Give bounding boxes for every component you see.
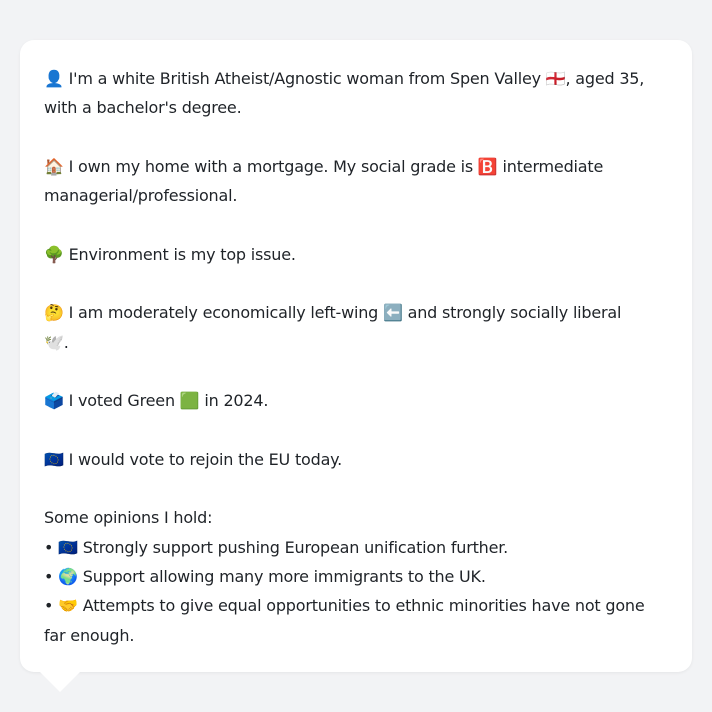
paragraph-opinions: Some opinions I hold: • 🇪🇺 Strongly supp… bbox=[44, 503, 672, 649]
text-line: with a bachelor's degree. bbox=[44, 98, 242, 118]
opinion-item: • 🌍 Support allowing many more immigrant… bbox=[44, 567, 486, 587]
paragraph-housing: 🏠 I own my home with a mortgage. My soci… bbox=[44, 152, 672, 211]
paragraph-vote: 🗳️ I voted Green 🟩 in 2024. bbox=[44, 386, 672, 415]
text-line: 🌳 Environment is my top issue. bbox=[44, 244, 296, 264]
text-line: 🇪🇺 I would vote to rejoin the EU today. bbox=[44, 449, 343, 469]
persona-message-bubble: 👤 I'm a white British Atheist/Agnostic w… bbox=[20, 40, 692, 672]
text-line: 🤔 I am moderately economically left-wing… bbox=[44, 303, 622, 323]
text-line: 🗳️ I voted Green 🟩 in 2024. bbox=[44, 391, 269, 411]
text-line: 👤 I'm a white British Atheist/Agnostic w… bbox=[44, 69, 645, 88]
bubble-tail bbox=[40, 672, 80, 692]
paragraph-top-issue: 🌳 Environment is my top issue. bbox=[44, 240, 672, 269]
opinion-item: • 🇪🇺 Strongly support pushing European u… bbox=[44, 537, 509, 557]
opinions-heading: Some opinions I hold: bbox=[44, 508, 213, 528]
text-line: managerial/professional. bbox=[44, 186, 238, 206]
text-line: 🏠 I own my home with a mortgage. My soci… bbox=[44, 156, 604, 176]
paragraph-ideology: 🤔 I am moderately economically left-wing… bbox=[44, 298, 672, 357]
opinion-item: • 🤝 Attempts to give equal opportunities… bbox=[44, 596, 645, 616]
persona-description: 👤 I'm a white British Atheist/Agnostic w… bbox=[44, 64, 672, 650]
paragraph-identity: 👤 I'm a white British Atheist/Agnostic w… bbox=[44, 64, 672, 123]
opinion-item-continued: far enough. bbox=[44, 625, 135, 645]
paragraph-eu: 🇪🇺 I would vote to rejoin the EU today. bbox=[44, 445, 672, 474]
text-line: 🕊️. bbox=[44, 332, 69, 352]
